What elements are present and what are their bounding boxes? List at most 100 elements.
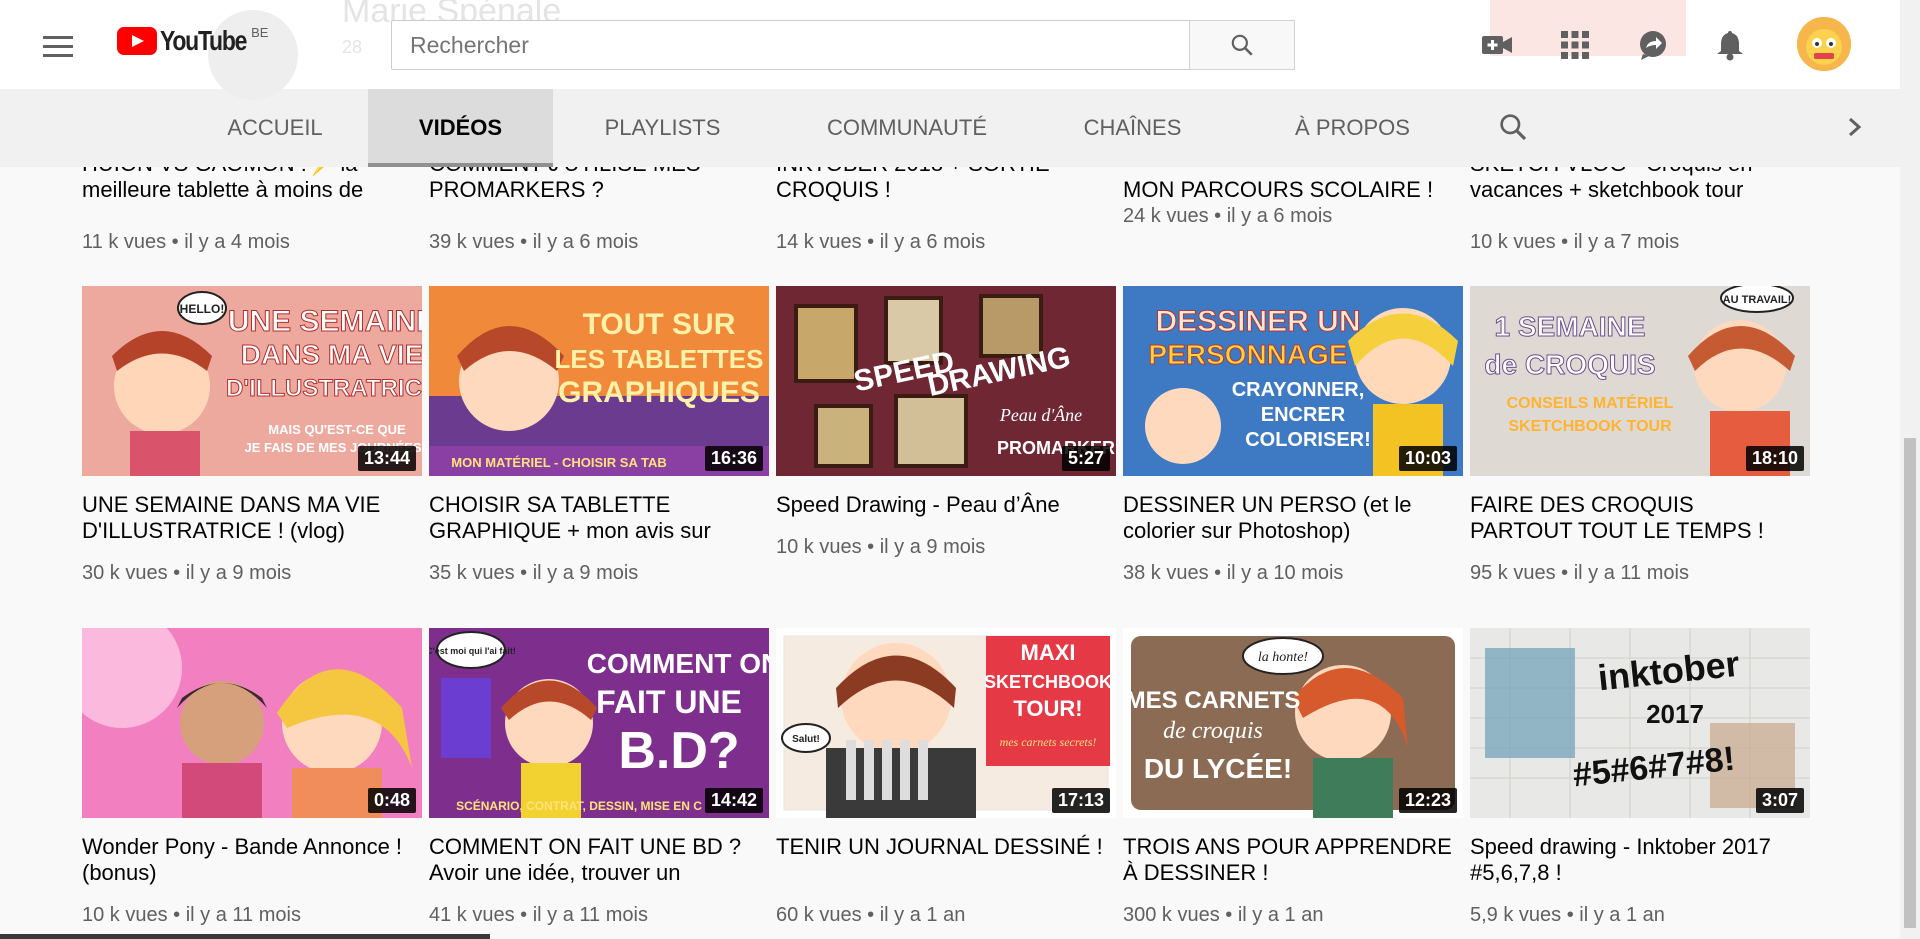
video-thumbnail[interactable]: AU TRAVAIL! 1 SEMAINE de CROQUIS CONSEIL…: [1470, 286, 1810, 476]
thumb-text: SCÉNARIO, CONTRAT, DESSIN, MISE EN C: [456, 798, 702, 813]
video-meta: 10 k vues • il y a 9 mois: [776, 536, 986, 558]
video-title[interactable]: TROIS ANS POUR APPRENDRE À DESSINER !: [1123, 834, 1453, 886]
video-duration: 13:44: [357, 446, 416, 471]
video-meta: 14 k vues • il y a 6 mois: [776, 231, 986, 253]
tab-videos[interactable]: VIDÉOS: [368, 89, 553, 167]
video-title[interactable]: FAIRE DES CROQUIS PARTOUT TOUT LE TEMPS …: [1470, 492, 1800, 544]
thumb-text: CONSEILS MATÉRIEL: [1507, 393, 1674, 412]
scrollbar-thumb[interactable]: [1904, 438, 1916, 928]
video-title[interactable]: MON PARCOURS SCOLAIRE !: [1123, 177, 1453, 203]
video-title[interactable]: TENIR UN JOURNAL DESSINÉ !: [776, 834, 1106, 860]
video-duration: 17:13: [1051, 788, 1110, 813]
video-meta: 5,9 k vues • il y a 1 an: [1470, 904, 1665, 926]
search-bar: [391, 20, 1295, 70]
thumb-text: GRAPHIQUES: [558, 376, 760, 409]
video-duration: 14:42: [704, 788, 763, 813]
video-meta: 10 k vues • il y a 7 mois: [1470, 231, 1680, 253]
video-thumbnail[interactable]: la honte! MES CARNETS de croquis DU LYCÉ…: [1123, 628, 1463, 818]
video-meta: 41 k vues • il y a 11 mois: [429, 904, 648, 926]
tab-chaines[interactable]: CHAÎNES: [1070, 89, 1195, 167]
video-thumbnail[interactable]: 0:48: [82, 628, 422, 818]
video-meta: 39 k vues • il y a 6 mois: [429, 231, 639, 253]
scrollbar[interactable]: [1900, 0, 1920, 939]
thumb-text: B.D?: [618, 722, 739, 780]
video-title[interactable]: DESSINER UN PERSO (et le colorier sur Ph…: [1123, 492, 1453, 544]
video-meta: 11 k vues • il y a 4 mois: [82, 231, 290, 253]
video-thumbnail[interactable]: SPEED DRAWING Peau d'Âne PROMARKER 5:27: [776, 286, 1116, 476]
tab-communaute[interactable]: COMMUNAUTÉ: [812, 89, 1002, 167]
video-thumbnail[interactable]: TOUT SUR LES TABLETTES GRAPHIQUES MON MA…: [429, 286, 769, 476]
youtube-play-icon: [117, 27, 157, 55]
progress-line: [0, 934, 490, 939]
grid-apps-icon[interactable]: [1552, 22, 1598, 68]
video-title[interactable]: CHOISIR SA TABLETTE GRAPHIQUE + mon avis…: [429, 492, 759, 544]
masthead: Marie Spénale 28 YouTube BE: [0, 0, 1900, 100]
thumb-text: MON MATÉRIEL - CHOISIR SA TAB: [451, 455, 666, 470]
video-duration: 18:10: [1745, 446, 1804, 471]
video-duration: 3:07: [1755, 788, 1804, 813]
thumb-text: de croquis: [1163, 718, 1263, 744]
thumb-text: COMMENT ON: [587, 648, 769, 679]
video-camera-plus-icon[interactable]: [1474, 22, 1520, 68]
chevron-right-icon[interactable]: [1843, 111, 1867, 148]
thumb-text: AU TRAVAIL!: [1723, 294, 1792, 306]
channel-tabs: ACCUEIL VIDÉOS PLAYLISTS COMMUNAUTÉ CHAÎ…: [0, 89, 1900, 167]
video-title[interactable]: COMMENT ON FAIT UNE BD ? Avoir une idée,…: [429, 834, 759, 886]
thumb-text: TOUR!: [1013, 696, 1082, 721]
video-title[interactable]: UNE SEMAINE DANS MA VIE D'ILLUSTRATRICE …: [82, 492, 412, 544]
video-thumbnail[interactable]: DESSINER UN PERSONNAGE CRAYONNER, ENCRER…: [1123, 286, 1463, 476]
thumb-text: UNE SEMAINE: [228, 305, 422, 338]
video-meta: 35 k vues • il y a 9 mois: [429, 562, 639, 584]
video-title[interactable]: Speed Drawing - Peau d’Âne: [776, 492, 1106, 518]
tab-playlists[interactable]: PLAYLISTS: [590, 89, 735, 167]
video-duration: 5:27: [1061, 446, 1110, 471]
video-title[interactable]: Speed drawing - Inktober 2017 #5,6,7,8 !: [1470, 834, 1800, 886]
youtube-channel-page: { "masthead": { "logo_text": "YouTube", …: [0, 0, 1920, 939]
thumb-text: DU LYCÉE!: [1144, 753, 1292, 784]
video-meta: 95 k vues • il y a 11 mois: [1470, 562, 1689, 584]
tab-a-propos[interactable]: À PROPOS: [1270, 89, 1435, 167]
thumb-text: LES TABLETTES: [555, 344, 764, 374]
video-meta: 60 k vues • il y a 1 an: [776, 904, 966, 926]
video-title[interactable]: Wonder Pony - Bande Annonce ! (bonus): [82, 834, 412, 886]
magnifier-icon: [1231, 34, 1253, 56]
country-code: BE: [251, 25, 269, 40]
thumb-text: D'ILLUSTRATRICE: [226, 375, 422, 402]
thumb-text: MES CARNETS: [1126, 687, 1301, 714]
video-meta: 10 k vues • il y a 11 mois: [82, 904, 301, 926]
thumb-text: MAXI: [1021, 640, 1076, 665]
thumb-text: PERSONNAGE: [1148, 339, 1347, 370]
thumb-text: de CROQUIS: [1484, 349, 1655, 380]
search-button[interactable]: [1189, 20, 1295, 70]
thumb-text: SKETCHBOOK: [984, 672, 1112, 692]
tab-accueil[interactable]: ACCUEIL: [210, 89, 340, 167]
video-meta: 300 k vues • il y a 1 an: [1123, 904, 1324, 926]
thumb-text: DANS MA VIE: [241, 339, 422, 370]
avatar[interactable]: [1797, 17, 1851, 71]
thumb-text: FAIT UNE: [596, 684, 742, 720]
channel-search-icon[interactable]: [1497, 111, 1529, 148]
share-bubble-icon[interactable]: [1630, 22, 1676, 68]
video-thumbnail[interactable]: HELLO! UNE SEMAINE DANS MA VIE D'ILLUSTR…: [82, 286, 422, 476]
thumb-text: TOUT SUR: [583, 308, 736, 341]
thumb-text: Salut!: [792, 734, 820, 745]
video-thumbnail[interactable]: Salut! MAXI SKETCHBOOK TOUR! mes carnets…: [776, 628, 1116, 818]
video-duration: 16:36: [704, 446, 763, 471]
thumb-text: CRAYONNER,: [1232, 379, 1365, 401]
thumb-text: SKETCHBOOK TOUR: [1508, 418, 1672, 435]
thumb-text: Peau d'Âne: [999, 404, 1082, 425]
thumb-text: DESSINER UN: [1155, 305, 1360, 338]
video-thumbnail[interactable]: inktober 2017 #5#6#7#8! 3:07: [1470, 628, 1810, 818]
thumb-text: COLORISER!: [1245, 429, 1371, 451]
thumb-text: HELLO!: [180, 302, 225, 316]
bell-icon[interactable]: [1707, 22, 1753, 68]
thumb-text: la honte!: [1258, 650, 1308, 665]
search-input[interactable]: [391, 20, 1189, 70]
hamburger-icon[interactable]: [40, 30, 76, 60]
video-meta: 30 k vues • il y a 9 mois: [82, 562, 292, 584]
video-duration: 12:23: [1398, 788, 1457, 813]
subscriber-count-faded: 28: [342, 37, 363, 57]
video-thumbnail[interactable]: C'est moi qui l'ai fait! COMMENT ON FAIT…: [429, 628, 769, 818]
video-meta: 38 k vues • il y a 10 mois: [1123, 562, 1344, 584]
youtube-logo[interactable]: YouTube BE: [117, 25, 269, 55]
